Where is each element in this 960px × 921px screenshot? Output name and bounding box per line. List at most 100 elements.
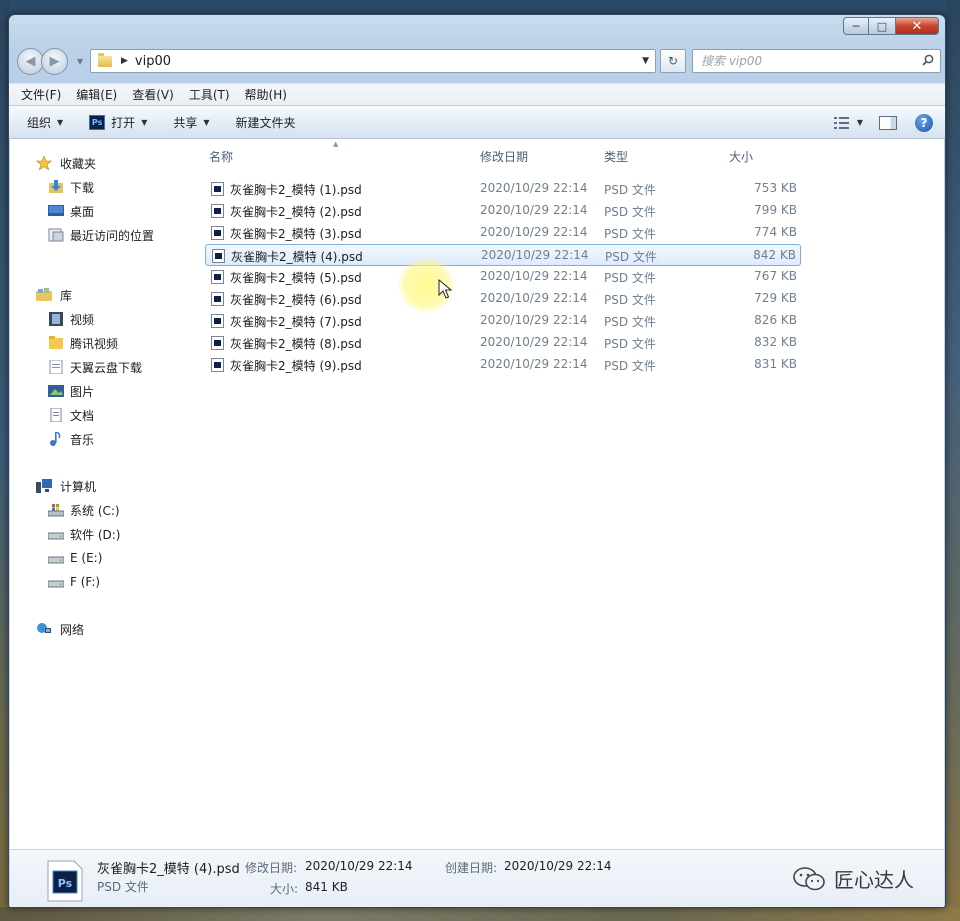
breadcrumb-chevron-icon[interactable]: ▶ xyxy=(121,56,128,66)
file-size: 831 KB xyxy=(754,357,797,371)
preview-pane-icon[interactable] xyxy=(879,115,897,130)
file-size: 799 KB xyxy=(754,203,797,217)
details-created-value: 2020/10/29 22:14 xyxy=(504,859,612,873)
sidebar-item-documents[interactable]: 文档 xyxy=(10,403,190,427)
sidebar-favorites[interactable]: 收藏夹 xyxy=(10,151,190,175)
psd-file-icon xyxy=(211,204,224,218)
menu-tools[interactable]: 工具(T) xyxy=(189,86,230,103)
watermark-text: 匠心达人 xyxy=(834,868,914,892)
sidebar-item-downloads[interactable]: 下载 xyxy=(10,175,190,199)
file-type: PSD 文件 xyxy=(604,205,656,219)
sidebar-item-tencent-video[interactable]: 腾讯视频 xyxy=(10,331,190,355)
file-row-selected[interactable]: 灰雀胸卡2_模特 (4).psd 2020/10/29 22:14 PSD 文件… xyxy=(205,244,801,266)
file-name: 灰雀胸卡2_模特 (3).psd xyxy=(230,227,362,241)
column-header-size[interactable]: 大小 xyxy=(729,148,753,165)
network-group: 网络 xyxy=(10,617,190,641)
psd-file-icon xyxy=(211,182,224,196)
help-icon[interactable]: ? xyxy=(915,113,933,132)
menu-edit[interactable]: 编辑(E) xyxy=(76,86,117,103)
refresh-button[interactable]: ↻ xyxy=(660,49,686,73)
file-row[interactable]: 灰雀胸卡2_模特 (3).psd 2020/10/29 22:14 PSD 文件… xyxy=(205,222,801,244)
music-icon xyxy=(50,432,61,446)
file-size: 826 KB xyxy=(754,313,797,327)
sidebar-item-drive-c[interactable]: 系统 (C:) xyxy=(10,498,190,522)
sidebar-network[interactable]: 网络 xyxy=(10,617,190,641)
sidebar-item-drive-d[interactable]: 软件 (D:) xyxy=(10,522,190,546)
file-type: PSD 文件 xyxy=(604,337,656,351)
file-size: 774 KB xyxy=(754,225,797,239)
psd-file-icon xyxy=(211,314,224,328)
file-row[interactable]: 灰雀胸卡2_模特 (2).psd 2020/10/29 22:14 PSD 文件… xyxy=(205,200,801,222)
file-row[interactable]: 灰雀胸卡2_模特 (6).psd 2020/10/29 22:14 PSD 文件… xyxy=(205,288,801,310)
hard-drive-icon xyxy=(48,556,64,564)
psd-file-icon xyxy=(211,226,224,240)
search-input[interactable] xyxy=(693,50,903,72)
sidebar-item-label: 天翼云盘下载 xyxy=(70,360,143,375)
psd-icon-label: Ps xyxy=(58,877,73,890)
recent-pages-dropdown-icon[interactable]: ▼ xyxy=(77,57,83,66)
new-folder-label: 新建文件夹 xyxy=(235,115,296,130)
system-drive-icon xyxy=(48,504,64,517)
view-options-icon[interactable] xyxy=(833,116,851,130)
sidebar-item-videos[interactable]: 视频 xyxy=(10,307,190,331)
file-row[interactable]: 灰雀胸卡2_模特 (9).psd 2020/10/29 22:14 PSD 文件… xyxy=(205,354,801,376)
refresh-icon: ↻ xyxy=(667,54,679,68)
sidebar-item-tianyi-cloud-downloads[interactable]: 天翼云盘下载 xyxy=(10,355,190,379)
sort-ascending-icon: ▲ xyxy=(333,140,339,148)
sidebar-item-pictures[interactable]: 图片 xyxy=(10,379,190,403)
sidebar-item-label: 文档 xyxy=(70,408,95,423)
back-button[interactable]: ◀ xyxy=(17,48,44,75)
open-label: 打开 xyxy=(111,115,136,130)
file-row[interactable]: 灰雀胸卡2_模特 (5).psd 2020/10/29 22:14 PSD 文件… xyxy=(205,266,801,288)
sidebar-libraries[interactable]: 库 xyxy=(10,283,190,307)
navigation-bar: ◀ ▶ ▼ ▶ vip00 ▼ ↻ xyxy=(9,45,945,79)
column-header-name[interactable]: 名称 xyxy=(209,148,233,165)
column-header-type[interactable]: 类型 xyxy=(604,148,628,165)
desktop-icon xyxy=(48,205,64,216)
file-type: PSD 文件 xyxy=(604,359,656,373)
share-button[interactable]: 共享 ▼ xyxy=(173,114,209,131)
menu-help[interactable]: 帮助(H) xyxy=(245,86,287,103)
minimize-button[interactable]: ─ xyxy=(843,17,869,35)
pictures-icon xyxy=(48,385,64,397)
new-folder-button[interactable]: 新建文件夹 xyxy=(236,114,296,131)
network-icon xyxy=(37,623,51,633)
address-dropdown-icon[interactable]: ▼ xyxy=(642,56,649,66)
file-row[interactable]: 灰雀胸卡2_模特 (7).psd 2020/10/29 22:14 PSD 文件… xyxy=(205,310,801,332)
breadcrumb-current[interactable]: vip00 xyxy=(135,54,171,69)
file-date: 2020/10/29 22:14 xyxy=(480,203,588,217)
open-button[interactable]: Ps 打开 ▼ xyxy=(89,114,147,131)
computer-group: 计算机 系统 (C:) 软件 (D:) E (E:) F (F:) xyxy=(10,474,190,594)
sidebar-item-drive-e[interactable]: E (E:) xyxy=(10,546,190,570)
sidebar-item-desktop[interactable]: 桌面 xyxy=(10,199,190,223)
details-created-label: 创建日期: xyxy=(445,861,498,875)
search-box[interactable] xyxy=(692,49,941,73)
sidebar-item-label: E (E:) xyxy=(70,551,103,565)
computer-label: 计算机 xyxy=(60,479,97,494)
file-date: 2020/10/29 22:14 xyxy=(480,269,588,283)
address-bar[interactable]: ▶ vip00 ▼ xyxy=(90,49,656,73)
search-icon[interactable] xyxy=(922,54,934,66)
sidebar-item-label: 视频 xyxy=(70,312,95,327)
file-date: 2020/10/29 22:14 xyxy=(480,357,588,371)
maximize-button[interactable]: □ xyxy=(869,17,895,35)
sidebar-item-music[interactable]: 音乐 xyxy=(10,427,190,451)
sidebar-item-recent-places[interactable]: 最近访问的位置 xyxy=(10,223,190,247)
menu-view[interactable]: 查看(V) xyxy=(132,86,174,103)
details-size-label: 大小: xyxy=(270,882,299,896)
sidebar-item-drive-f[interactable]: F (F:) xyxy=(10,570,190,594)
details-modified-label: 修改日期: xyxy=(245,861,298,875)
sidebar-computer[interactable]: 计算机 xyxy=(10,474,190,498)
close-button[interactable]: ✕ xyxy=(895,17,939,35)
psd-file-icon xyxy=(212,249,225,263)
forward-button[interactable]: ▶ xyxy=(41,48,68,75)
file-size: 767 KB xyxy=(754,269,797,283)
file-row[interactable]: 灰雀胸卡2_模特 (1).psd 2020/10/29 22:14 PSD 文件… xyxy=(205,178,801,200)
column-header-date[interactable]: 修改日期 xyxy=(480,148,528,165)
view-dropdown-icon[interactable]: ▼ xyxy=(857,118,863,127)
menu-file[interactable]: 文件(F) xyxy=(21,86,61,103)
file-row[interactable]: 灰雀胸卡2_模特 (8).psd 2020/10/29 22:14 PSD 文件… xyxy=(205,332,801,354)
explorer-window: ─ □ ✕ ◀ ▶ ▼ ▶ vip00 ▼ ↻ 文件(F) 编辑(E) xyxy=(8,14,946,908)
sidebar-item-label: 系统 (C:) xyxy=(70,503,120,518)
organize-button[interactable]: 组织 ▼ xyxy=(27,114,63,131)
